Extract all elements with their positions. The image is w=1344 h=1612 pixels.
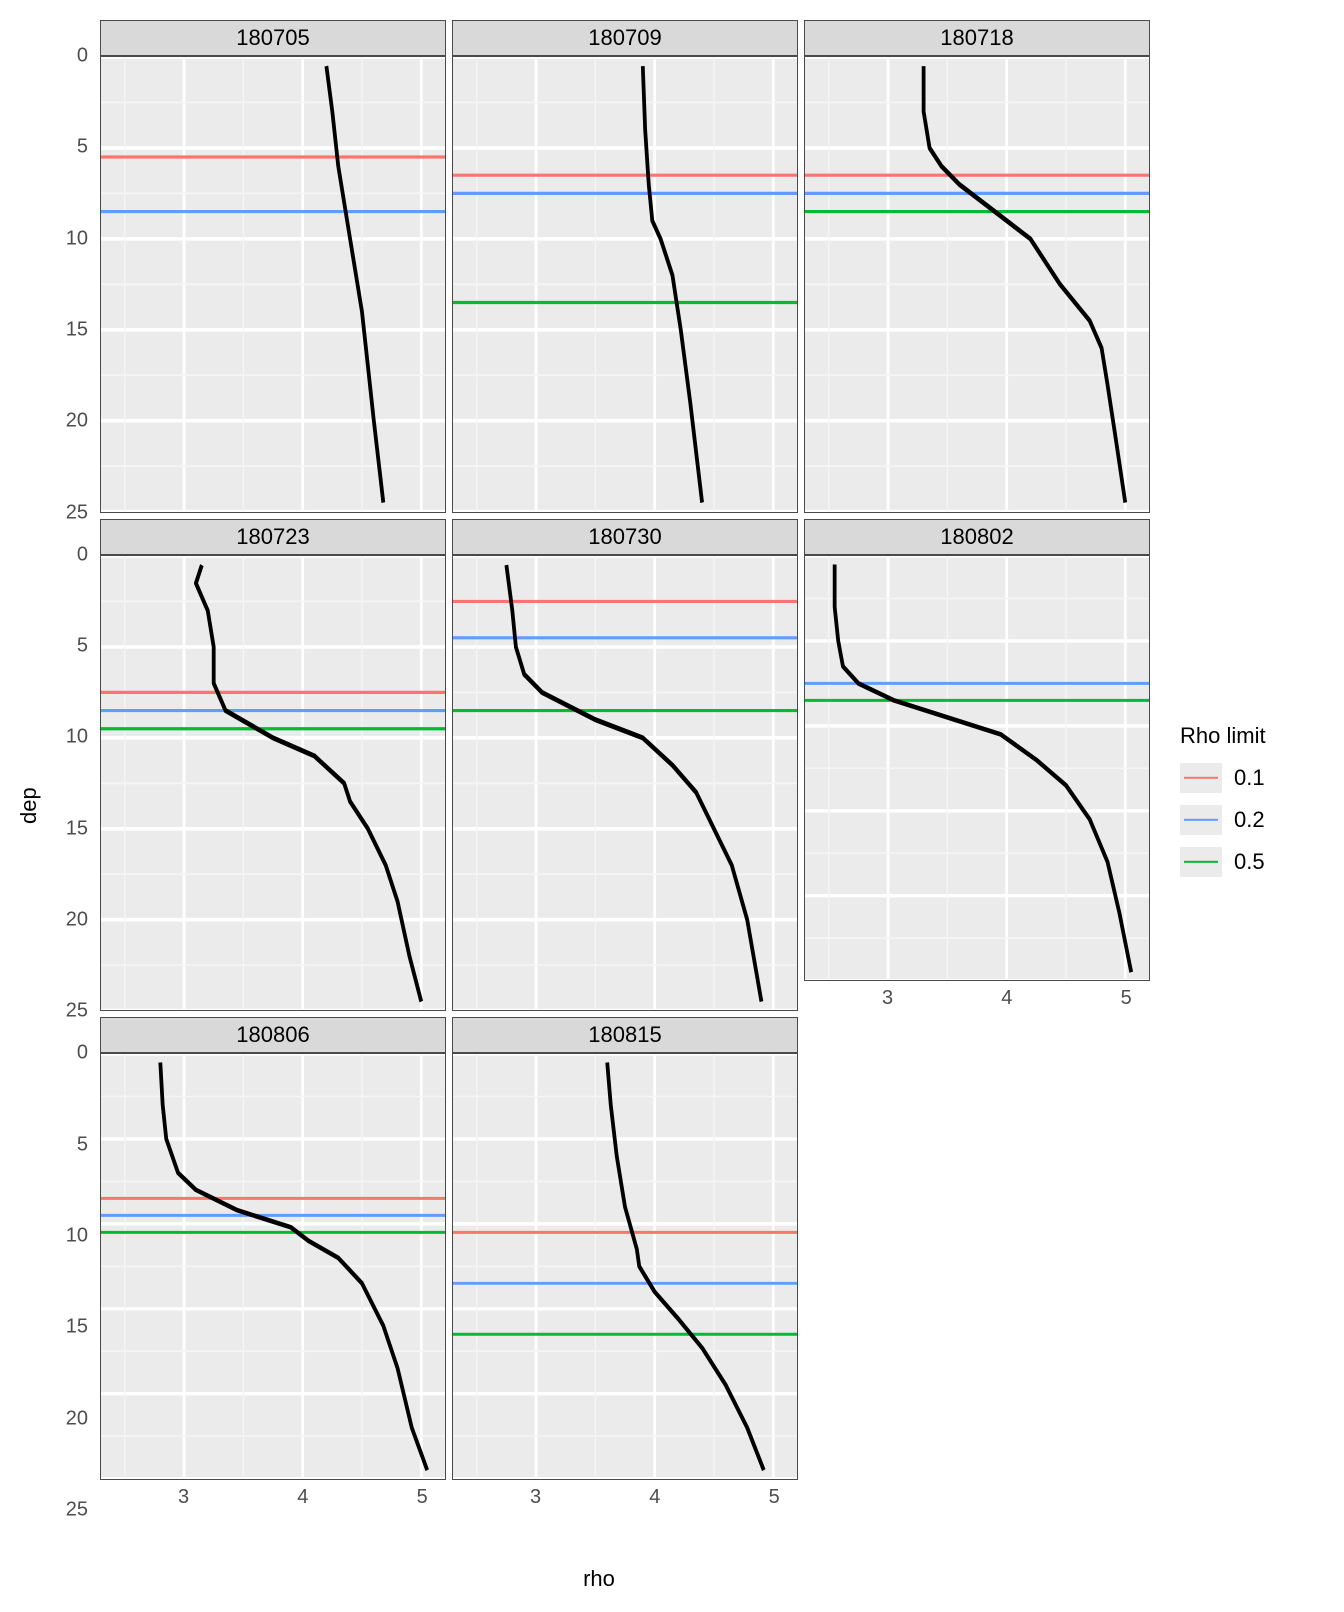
facet-strip: 180705 [100,20,446,56]
facet-grid: 0 5 10 15 20 25 180705 180709 180718 0 5 10 15 20 2… [48,20,1150,1562]
y-tick-label: 5 [77,1133,88,1156]
panel-svg [453,57,797,512]
legend: Rho limit 0.1 0.2 0.5 [1150,723,1344,889]
legend-label: 0.2 [1234,807,1265,833]
y-tick-label: 20 [66,410,88,433]
y-tick-label: 5 [77,136,88,159]
facet-strip: 180730 [452,519,798,555]
legend-label: 0.1 [1234,765,1265,791]
panel [100,56,446,513]
y-tick-label: 0 [77,45,88,68]
y-axis-labels: 0510152025 [48,519,94,1012]
x-tick-label: 4 [1001,987,1012,1010]
x-axis-title: rho [48,1562,1150,1592]
facet-strip: 180723 [100,519,446,555]
panel [100,555,446,1012]
legend-key [1180,847,1222,877]
panel [100,1053,446,1480]
facet-180815: 180815 3 4 5 [452,1017,798,1510]
facet-strip: 180802 [804,519,1150,555]
panel [804,56,1150,513]
facet-180723: 180723 [100,519,446,1012]
panel-svg [453,1054,797,1479]
x-axis-labels: 3 4 5 [804,981,1150,1011]
panel-svg [101,1054,445,1479]
x-tick-label: 5 [1121,987,1132,1010]
x-tick-label: 3 [882,987,893,1010]
y-axis-title: dep [10,20,48,1592]
x-tick-label: 3 [178,1486,189,1509]
panel-svg [805,556,1149,981]
facet-180709: 180709 [452,20,798,513]
x-tick-label: 4 [297,1486,308,1509]
x-tick-label: 3 [530,1486,541,1509]
y-tick-label: 0 [77,1042,88,1065]
x-tick-label: 5 [769,1486,780,1509]
facet-strip: 180709 [452,20,798,56]
y-tick-label: 0 [77,543,88,566]
y-tick-label: 20 [66,908,88,931]
panel [804,555,1150,982]
chart-container: dep 0 5 10 15 20 25 180705 180709 180718 0 5 10 1… [0,0,1344,1612]
facet-strip: 180806 [100,1017,446,1053]
x-axis-labels: 3 4 5 [452,1480,798,1510]
x-tick-label: 5 [417,1486,428,1509]
legend-key [1180,805,1222,835]
facet-180705: 180705 [100,20,446,513]
y-tick-label: 15 [66,318,88,341]
facet-strip: 180815 [452,1017,798,1053]
y-tick-label: 10 [66,726,88,749]
panel-svg [453,556,797,1011]
facet-strip: 180718 [804,20,1150,56]
plot-area: dep 0 5 10 15 20 25 180705 180709 180718 0 5 10 1… [10,20,1150,1592]
y-tick-label: 25 [66,1498,88,1521]
legend-item: 0.5 [1180,847,1344,877]
facet-180806: 180806 3 4 5 [100,1017,446,1510]
legend-item: 0.1 [1180,763,1344,793]
legend-key [1180,763,1222,793]
y-tick-label: 15 [66,817,88,840]
y-tick-label: 10 [66,1224,88,1247]
y-tick-label: 20 [66,1407,88,1430]
legend-title: Rho limit [1180,723,1344,749]
y-axis-labels: 0510152025 [48,20,94,513]
facet-180802: 180802 3 4 5 [804,519,1150,1012]
y-tick-label: 15 [66,1316,88,1339]
panel [452,1053,798,1480]
facet-180730: 180730 [452,519,798,1012]
y-tick-label: 10 [66,227,88,250]
y-tick-label: 5 [77,634,88,657]
panel [452,555,798,1012]
panel [452,56,798,513]
panel-svg [101,57,445,512]
panel-svg [805,57,1149,512]
y-axis-labels: 0510152025 [48,1017,94,1510]
legend-label: 0.5 [1234,849,1265,875]
x-tick-label: 4 [649,1486,660,1509]
legend-item: 0.2 [1180,805,1344,835]
x-axis-labels: 3 4 5 [100,1480,446,1510]
facet-180718: 180718 [804,20,1150,513]
panel-svg [101,556,445,1011]
